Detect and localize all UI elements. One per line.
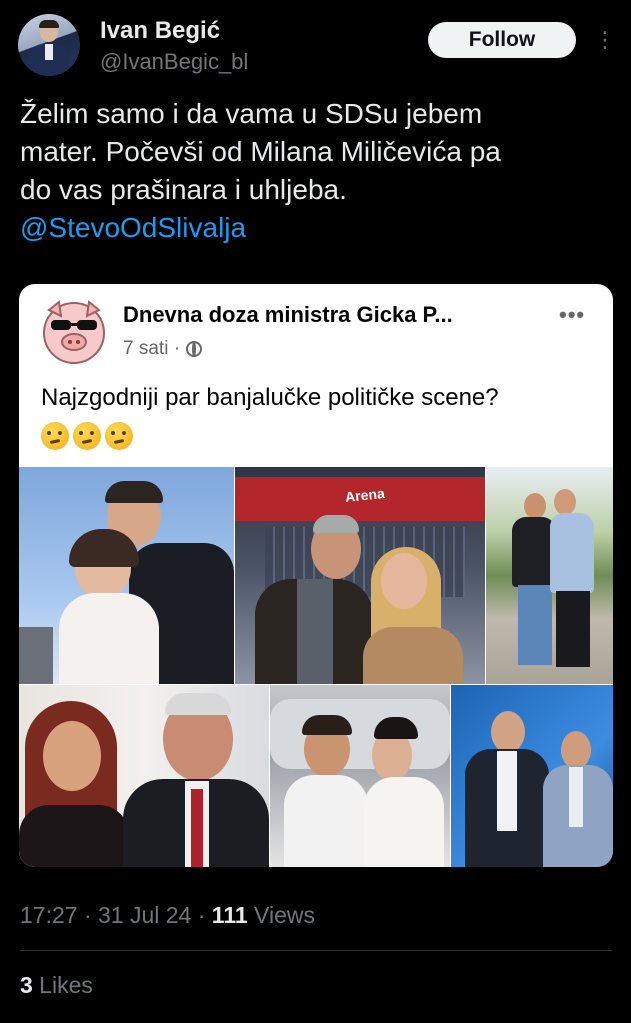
tweet-meta: 17:27 · 31 Jul 24 · 111 Views — [20, 902, 315, 929]
author-handle[interactable]: @IvanBegic_bl — [100, 49, 248, 75]
tweet-line: mater. Počevši od Milana Miličevića pa — [20, 136, 501, 167]
photo-two-men-outdoors — [486, 467, 613, 684]
photo-wedding-couple — [19, 467, 234, 684]
photo-collage: Arena — [19, 467, 613, 867]
thinking-emoji-group — [41, 422, 137, 457]
divider — [20, 950, 612, 951]
likes-count: 3 — [20, 972, 33, 998]
thinking-face-icon — [41, 422, 69, 450]
tweet-line: do vas prašinara i uhljeba. — [20, 174, 347, 205]
tweet-header: Ivan Begić @IvanBegic_bl Follow ⋮ — [18, 14, 618, 78]
tweet-timestamp[interactable]: 17:27 · 31 Jul 24 · — [20, 902, 212, 928]
facebook-more-icon: ••• — [559, 302, 586, 327]
views-count: 111 — [211, 902, 248, 928]
author-avatar[interactable] — [18, 14, 80, 76]
follow-button[interactable]: Follow — [428, 22, 576, 58]
facebook-page-name: Dnevna doza ministra Gicka P... — [123, 302, 453, 327]
globe-icon — [186, 341, 203, 357]
facebook-caption: Najzgodniji par banjalučke političke sce… — [41, 384, 499, 411]
views-label: Views — [247, 902, 315, 928]
likes-stat[interactable]: 3 Likes — [20, 972, 93, 999]
photo-couple-by-car — [270, 685, 450, 867]
tweet-text: Želim samo i da vama u SDSu jebem mater.… — [20, 95, 610, 247]
facebook-time-text: 7 sati · — [123, 338, 181, 359]
pig-avatar-icon — [43, 300, 105, 364]
thinking-face-icon — [73, 422, 101, 450]
embedded-image-card[interactable]: Dnevna doza ministra Gicka P... 7 sati ·… — [19, 284, 613, 867]
facebook-post-time: 7 sati · — [123, 338, 203, 360]
likes-label: Likes — [32, 972, 93, 998]
photo-woman-and-man — [19, 685, 269, 867]
author-name[interactable]: Ivan Begić — [100, 17, 220, 45]
photo-arena-selfie: Arena — [235, 467, 485, 684]
tweet-line: Želim samo i da vama u SDSu jebem — [20, 98, 483, 129]
photo-two-men-suits — [451, 685, 613, 867]
more-options-icon[interactable]: ⋮ — [594, 28, 616, 52]
mention-link[interactable]: @StevoOdSlivalja — [20, 209, 610, 247]
thinking-face-icon — [105, 422, 133, 450]
